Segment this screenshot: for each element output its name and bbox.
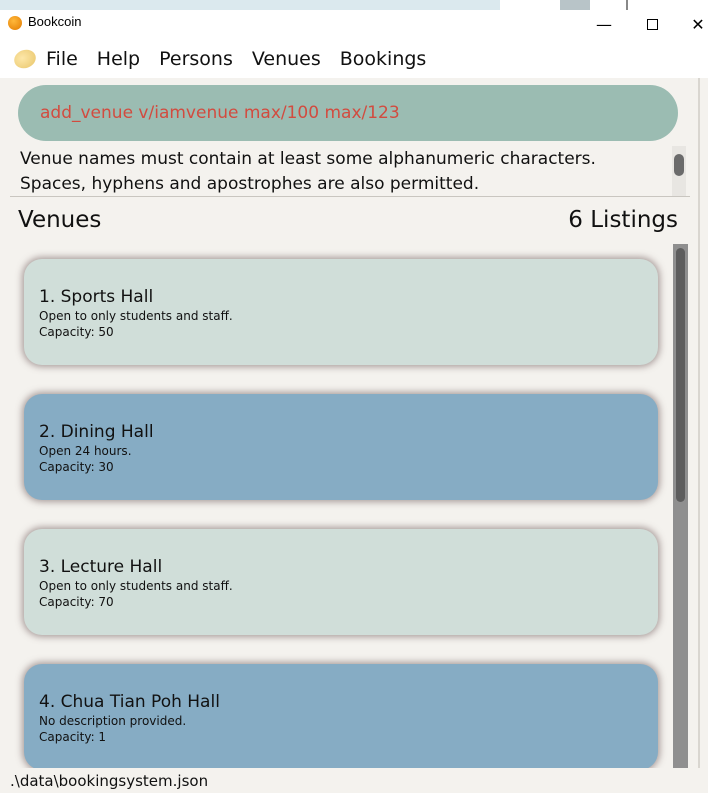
status-bar: .\data\bookingsystem.json xyxy=(0,768,708,793)
bookcoin-logo-icon xyxy=(11,46,39,72)
venue-card[interactable]: 2. Dining Hall Open 24 hours. Capacity: … xyxy=(24,394,658,500)
window-title: Bookcoin xyxy=(28,14,82,29)
venue-description: Open to only students and staff. xyxy=(39,579,233,593)
result-display: Venue names must contain at least some a… xyxy=(0,146,690,196)
close-icon: ✕ xyxy=(691,14,705,34)
venue-title: 1. Sports Hall xyxy=(39,287,154,307)
venue-capacity: Capacity: 50 xyxy=(39,325,114,339)
venue-description: Open 24 hours. xyxy=(39,444,132,458)
menu-bookings[interactable]: Bookings xyxy=(340,48,427,70)
venue-list[interactable]: 1. Sports Hall Open to only students and… xyxy=(10,244,688,768)
background-window-strip xyxy=(0,0,500,10)
command-text: add_venue v/iamvenue max/100 max/123 xyxy=(40,103,400,123)
venue-capacity: Capacity: 30 xyxy=(39,460,114,474)
venue-card[interactable]: 3. Lecture Hall Open to only students an… xyxy=(24,529,658,635)
list-scrollbar[interactable] xyxy=(673,244,688,768)
save-file-path: .\data\bookingsystem.json xyxy=(10,772,209,790)
venue-description: Open to only students and staff. xyxy=(39,309,233,323)
venue-description: No description provided. xyxy=(39,714,187,728)
result-message: Venue names must contain at least some a… xyxy=(20,149,596,194)
listing-count: 6 Listings xyxy=(568,207,678,233)
venue-card[interactable]: 1. Sports Hall Open to only students and… xyxy=(24,259,658,365)
venue-capacity: Capacity: 70 xyxy=(39,595,114,609)
maximize-button[interactable] xyxy=(632,10,672,38)
minimize-icon: — xyxy=(596,14,612,34)
venue-capacity: Capacity: 1 xyxy=(39,730,107,744)
maximize-icon xyxy=(646,18,658,30)
venue-title: 2. Dining Hall xyxy=(39,422,154,442)
background-window-fragment xyxy=(560,0,590,10)
content-border xyxy=(698,78,700,768)
menu-persons[interactable]: Persons xyxy=(159,48,233,70)
menu-venues[interactable]: Venues xyxy=(252,48,321,70)
result-scrollbar[interactable] xyxy=(672,146,686,196)
command-input[interactable]: add_venue v/iamvenue max/100 max/123 xyxy=(18,85,678,141)
result-scrollbar-thumb[interactable] xyxy=(674,154,684,176)
menu-bar: File Help Persons Venues Bookings xyxy=(0,40,708,78)
venue-title: 3. Lecture Hall xyxy=(39,557,163,577)
section-divider xyxy=(10,196,690,197)
app-window: Bookcoin — ✕ File Help Persons Venues Bo… xyxy=(0,0,708,793)
background-window-fragment xyxy=(626,0,628,10)
venue-title: 4. Chua Tian Poh Hall xyxy=(39,692,220,712)
list-scrollbar-thumb[interactable] xyxy=(676,248,685,502)
menu-file[interactable]: File xyxy=(46,48,78,70)
minimize-button[interactable]: — xyxy=(584,10,624,38)
list-title: Venues xyxy=(18,207,102,233)
app-coin-icon xyxy=(8,16,22,30)
close-button[interactable]: ✕ xyxy=(678,10,708,38)
venue-card[interactable]: 4. Chua Tian Poh Hall No description pro… xyxy=(24,664,658,768)
menu-help[interactable]: Help xyxy=(97,48,140,70)
